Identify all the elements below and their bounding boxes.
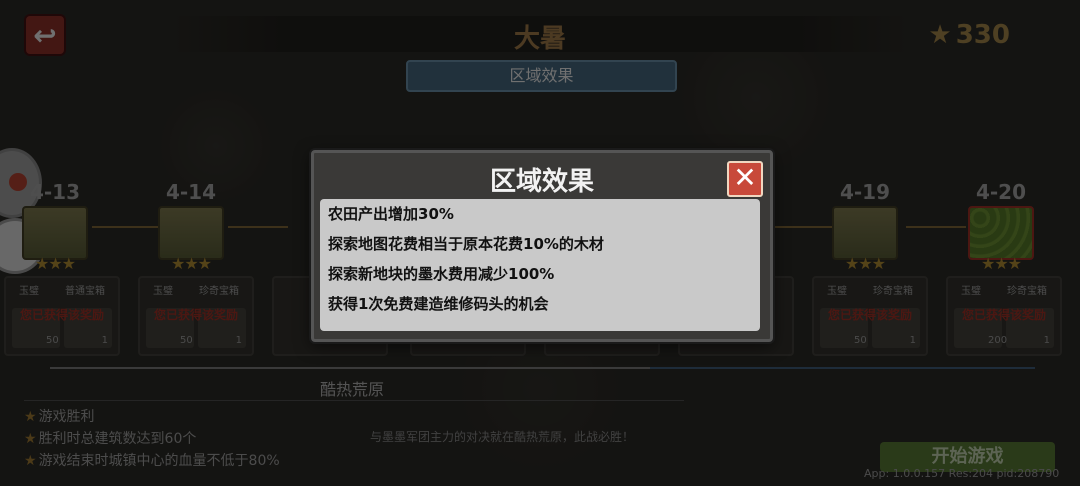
effect-item: 探索新地块的墨水费用减少100%	[328, 265, 555, 283]
region-effect-dialog: 区域效果 ✕ 农田产出增加30% 探索地图花费相当于原本花费10%的木材 探索新…	[311, 150, 773, 342]
effect-item: 农田产出增加30%	[328, 205, 454, 223]
effect-item: 获得1次免费建造维修码头的机会	[328, 295, 549, 313]
dialog-title: 区域效果	[489, 167, 594, 197]
close-icon: ✕	[733, 161, 757, 194]
effect-list: 农田产出增加30% 探索地图花费相当于原本花费10%的木材 探索新地块的墨水费用…	[320, 199, 760, 331]
effect-item: 探索地图花费相当于原本花费10%的木材	[328, 235, 604, 253]
close-button[interactable]: ✕	[727, 161, 763, 197]
